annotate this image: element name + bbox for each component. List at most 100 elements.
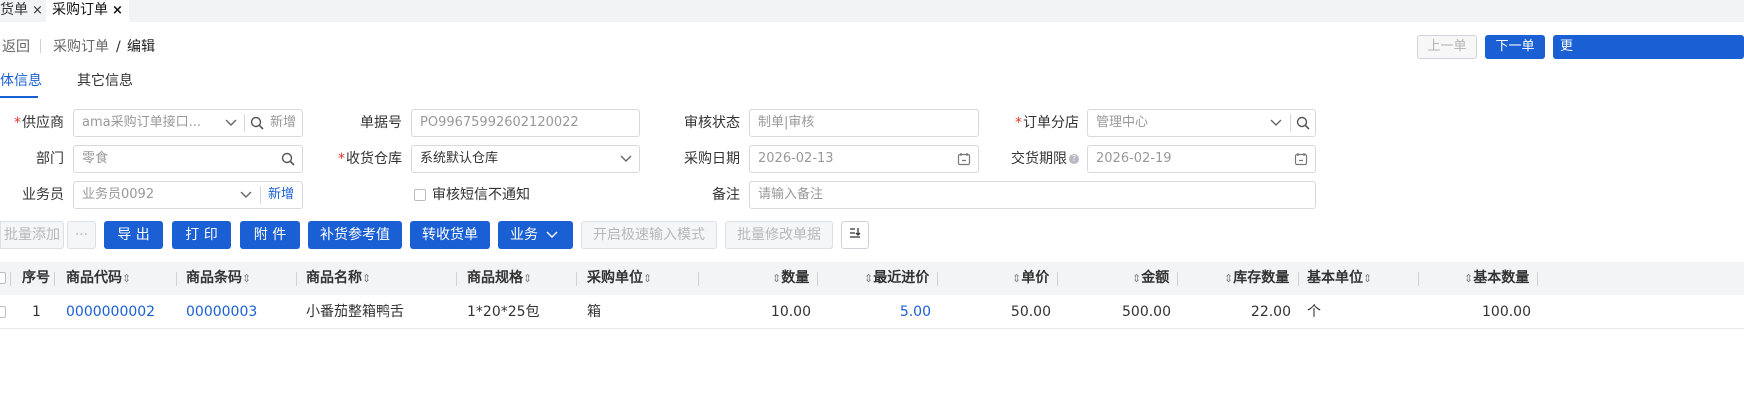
column-divider bbox=[576, 272, 577, 286]
convert-to-receipt-button[interactable]: 转收货单 bbox=[410, 221, 490, 249]
col-seq: 序号 bbox=[22, 270, 50, 286]
cell-unit: 箱 bbox=[587, 304, 601, 320]
sort-icon: ⇕ bbox=[1012, 272, 1022, 285]
more-button[interactable]: 更 bbox=[1553, 35, 1744, 59]
column-settings-button[interactable] bbox=[841, 221, 869, 249]
delivery-date-value: 2026-02-19 bbox=[1096, 151, 1172, 166]
chevron-down-icon[interactable] bbox=[219, 110, 243, 136]
col-name[interactable]: 商品名称⇕ bbox=[306, 262, 371, 295]
col-recent-price[interactable]: ⇕最近进价 bbox=[864, 262, 929, 295]
more-actions-button[interactable]: ··· bbox=[67, 221, 96, 249]
branch-select[interactable]: 管理中心 bbox=[1087, 109, 1316, 137]
row-checkbox[interactable] bbox=[0, 306, 6, 318]
salesman-add-link[interactable]: 新增 bbox=[268, 182, 294, 208]
cell-name: 小番茄整箱鸭舌 bbox=[306, 304, 404, 320]
search-icon[interactable] bbox=[245, 110, 269, 136]
cell-code[interactable]: 0000000002 bbox=[66, 296, 155, 328]
column-divider bbox=[10, 272, 11, 286]
delivery-date-field[interactable]: 2026-02-19 bbox=[1087, 145, 1316, 173]
batch-add-button[interactable]: 批量添加 bbox=[0, 221, 64, 249]
breadcrumb-current: 编辑 bbox=[127, 39, 155, 55]
doc-no-label: 单据号 bbox=[360, 115, 402, 131]
tab-label: 货单 bbox=[0, 2, 28, 18]
audit-status-value: 制单|审核 bbox=[758, 115, 815, 130]
dept-value: 零食 bbox=[82, 151, 109, 166]
remark-input[interactable]: 请输入备注 bbox=[749, 181, 1316, 209]
cell-recent-price[interactable]: 5.00 bbox=[850, 296, 931, 328]
supplier-value: ama采购订单接口... bbox=[82, 115, 201, 130]
warehouse-select[interactable]: 系统默认仓库 bbox=[411, 145, 640, 173]
next-order-button[interactable]: 下一单 bbox=[1485, 35, 1545, 59]
help-icon[interactable]: ? bbox=[1069, 154, 1079, 164]
warehouse-label: *收货仓库 bbox=[338, 151, 402, 167]
remark-label: 备注 bbox=[712, 187, 740, 203]
salesman-select[interactable]: 业务员0092 新增 bbox=[73, 181, 303, 209]
col-base-unit[interactable]: 基本单位⇕ bbox=[1307, 262, 1372, 295]
cell-price[interactable]: 50.00 bbox=[970, 296, 1051, 328]
sort-icon: ⇕ bbox=[1464, 272, 1474, 285]
sms-label: 审核短信不通知 bbox=[432, 187, 530, 203]
purchase-date-value: 2026-02-13 bbox=[758, 151, 834, 166]
batch-edit-button[interactable]: 批量修改单据 bbox=[725, 221, 833, 249]
column-divider bbox=[1418, 272, 1419, 286]
col-spec[interactable]: 商品规格⇕ bbox=[467, 262, 532, 295]
column-settings-icon bbox=[849, 222, 861, 248]
print-button[interactable]: 打 印 bbox=[172, 221, 231, 249]
search-icon[interactable] bbox=[276, 146, 300, 172]
restock-reference-button[interactable]: 补货参考值 bbox=[308, 221, 402, 249]
tab-other-info[interactable]: 其它信息 bbox=[77, 70, 133, 92]
tab-purchase-order[interactable]: 采购订单 × bbox=[46, 0, 129, 22]
column-divider bbox=[54, 272, 55, 286]
business-dropdown-button[interactable]: 业务 bbox=[498, 221, 573, 249]
breadcrumb-parent[interactable]: 采购订单 bbox=[53, 36, 109, 58]
tab-bar: 货单 × 采购订单 × bbox=[0, 0, 1744, 22]
sort-icon: ⇕ bbox=[643, 272, 653, 285]
chevron-down-icon[interactable] bbox=[614, 146, 638, 172]
col-amount[interactable]: ⇕金额 bbox=[1132, 262, 1169, 295]
warehouse-value: 系统默认仓库 bbox=[420, 151, 499, 166]
sms-checkbox[interactable] bbox=[414, 189, 426, 201]
dept-field[interactable]: 零食 bbox=[73, 145, 303, 173]
purchase-date-field[interactable]: 2026-02-13 bbox=[749, 145, 979, 173]
sort-icon: ⇕ bbox=[523, 272, 533, 285]
export-button[interactable]: 导 出 bbox=[104, 221, 163, 249]
tab-goods-receipt[interactable]: 货单 × bbox=[0, 0, 43, 22]
divider bbox=[40, 39, 41, 53]
calendar-icon[interactable] bbox=[1289, 146, 1313, 172]
chevron-down-icon bbox=[546, 221, 558, 249]
col-stock[interactable]: ⇕库存数量 bbox=[1224, 262, 1289, 295]
column-divider bbox=[1177, 272, 1178, 286]
col-unit[interactable]: 采购单位⇕ bbox=[587, 262, 652, 295]
salesman-value: 业务员0092 bbox=[82, 187, 155, 202]
search-icon[interactable] bbox=[1291, 110, 1315, 136]
cell-seq: 1 bbox=[32, 304, 41, 320]
audit-status-label: 审核状态 bbox=[684, 115, 740, 131]
col-base-qty[interactable]: ⇕基本数量 bbox=[1464, 262, 1529, 295]
sort-icon: ⇕ bbox=[122, 272, 132, 285]
col-barcode[interactable]: 商品条码⇕ bbox=[186, 262, 251, 295]
col-price[interactable]: ⇕单价 bbox=[1012, 262, 1049, 295]
row-divider bbox=[0, 328, 1744, 329]
calendar-icon[interactable] bbox=[952, 146, 976, 172]
quick-input-mode-button[interactable]: 开启极速输入模式 bbox=[581, 221, 717, 249]
chevron-down-icon[interactable] bbox=[234, 182, 258, 208]
back-link[interactable]: 返回 bbox=[2, 36, 30, 58]
chevron-down-icon[interactable] bbox=[1264, 110, 1288, 136]
prev-order-button[interactable]: 上一单 bbox=[1417, 35, 1477, 59]
col-code[interactable]: 商品代码⇕ bbox=[66, 262, 131, 295]
dept-label: 部门 bbox=[36, 151, 64, 167]
cell-stock: 22.00 bbox=[1250, 304, 1291, 320]
select-all-checkbox[interactable] bbox=[0, 272, 6, 284]
column-divider bbox=[1057, 272, 1058, 286]
column-divider bbox=[176, 272, 177, 286]
attachment-button[interactable]: 附 件 bbox=[240, 221, 300, 249]
cell-barcode[interactable]: 00000003 bbox=[186, 296, 257, 328]
close-icon[interactable]: × bbox=[112, 3, 123, 18]
tab-basic-info[interactable]: 体信息 bbox=[0, 70, 42, 92]
business-label: 业务 bbox=[510, 227, 538, 243]
close-icon[interactable]: × bbox=[32, 3, 43, 18]
supplier-select[interactable]: ama采购订单接口... 新增 bbox=[73, 109, 303, 137]
col-qty[interactable]: ⇕数量 bbox=[772, 262, 809, 295]
cell-qty[interactable]: 10.00 bbox=[730, 296, 811, 328]
supplier-add-link[interactable]: 新增 bbox=[270, 110, 296, 136]
